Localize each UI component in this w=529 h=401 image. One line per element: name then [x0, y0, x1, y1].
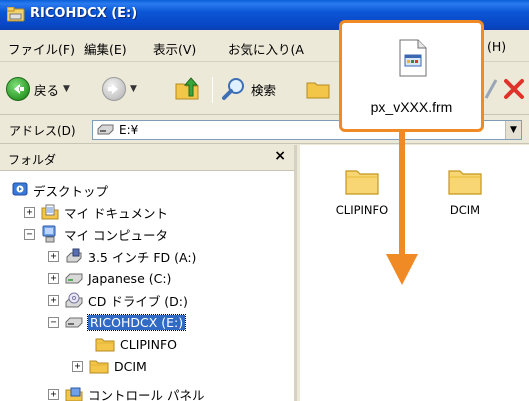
- tree-label: デスクトップ: [33, 183, 109, 199]
- my-documents-icon: [41, 204, 59, 220]
- callout-filename: px_vXXX.frm: [370, 99, 453, 115]
- window-title: RICOHDCX (E:): [30, 6, 138, 21]
- tree-item-drive-d[interactable]: + CD ドライブ (D:): [48, 289, 188, 311]
- tree-label-selected: RICOHDCX (E:): [86, 313, 187, 331]
- folder-pane-header: フォルダ ×: [0, 145, 294, 171]
- down-arrow-icon: [386, 132, 418, 285]
- drive-folder-icon: [7, 7, 25, 22]
- tree-item-my-computer[interactable]: − マイ コンピュータ: [24, 223, 168, 245]
- desktop-icon: [12, 182, 28, 196]
- expand-icon[interactable]: +: [48, 250, 59, 262]
- tree-item-control-panel[interactable]: + コントロール パネル: [48, 383, 204, 401]
- toolbar-separator: [212, 77, 213, 103]
- control-panel-icon: [65, 387, 83, 401]
- folder-pane: フォルダ × デスクトップ + マイ ドキュメント − マイ コンピュータ + …: [0, 145, 297, 401]
- cd-drive-icon: [65, 292, 83, 308]
- menu-file[interactable]: ファイル(F): [8, 39, 75, 58]
- tree-label: 3.5 インチ FD (A:): [88, 249, 197, 265]
- my-computer-icon: [42, 225, 56, 243]
- expand-icon[interactable]: +: [72, 360, 83, 372]
- tree-item-dcim[interactable]: + DCIM: [72, 355, 147, 377]
- tree-label: コントロール パネル: [88, 387, 205, 401]
- forward-arrow-icon: [102, 77, 126, 101]
- folders-icon: [306, 82, 330, 99]
- tree-label: CLIPINFO: [120, 336, 177, 352]
- delete-button[interactable]: [503, 78, 525, 100]
- search-icon: [222, 78, 244, 100]
- address-label: アドレス(D): [9, 124, 76, 138]
- delete-x-icon: [504, 79, 524, 99]
- file-icon: [399, 39, 427, 77]
- folder-icon: [89, 360, 109, 374]
- removable-drive-icon: [65, 317, 83, 328]
- expand-icon[interactable]: +: [24, 206, 35, 218]
- folder-icon: [95, 338, 115, 352]
- folder-pane-title: フォルダ: [8, 153, 57, 167]
- search-label: 検索: [251, 82, 277, 98]
- expand-icon[interactable]: +: [48, 272, 59, 284]
- tree-item-drive-e[interactable]: − RICOHDCX (E:): [48, 311, 187, 333]
- tree-label: マイ ドキュメント: [64, 205, 168, 221]
- back-button[interactable]: 戻る ▼: [6, 77, 70, 101]
- address-dropdown-icon[interactable]: ▼: [505, 121, 521, 139]
- menu-favorites[interactable]: お気に入り(A: [228, 39, 304, 58]
- menu-help[interactable]: (H): [487, 39, 506, 54]
- up-folder-button[interactable]: [174, 76, 202, 102]
- file-label: DCIM: [449, 203, 481, 217]
- menu-view[interactable]: 表示(V): [153, 39, 196, 58]
- explorer-window: RICOHDCX (E:) ファイル(F) 編集(E) 表示(V) お気に入り(…: [0, 0, 529, 401]
- move-to-button[interactable]: [484, 78, 498, 100]
- up-folder-icon: [175, 77, 199, 100]
- forward-button[interactable]: ▼: [102, 77, 137, 101]
- file-item-dcim[interactable]: DCIM: [430, 166, 500, 217]
- tree-item-my-documents[interactable]: + マイ ドキュメント: [24, 201, 168, 223]
- tree-label: マイ コンピュータ: [64, 227, 168, 243]
- folders-button[interactable]: [305, 78, 331, 100]
- back-dropdown-icon[interactable]: ▼: [63, 84, 70, 94]
- file-callout: px_vXXX.frm: [339, 20, 484, 132]
- close-icon[interactable]: ×: [274, 148, 286, 164]
- tree-label: Japanese (C:): [88, 270, 172, 286]
- tree-item-clipinfo[interactable]: CLIPINFO: [95, 333, 177, 355]
- folder-icon: [448, 170, 482, 195]
- search-button[interactable]: 検索: [221, 77, 276, 101]
- tree-label: DCIM: [114, 358, 147, 374]
- expand-icon[interactable]: +: [48, 388, 59, 400]
- tree-item-desktop[interactable]: デスクトップ: [12, 179, 108, 201]
- expand-icon[interactable]: +: [48, 294, 59, 306]
- folder-icon: [345, 170, 379, 195]
- back-arrow-icon: [6, 77, 30, 101]
- menu-edit[interactable]: 編集(E): [84, 39, 127, 58]
- move-to-icon: [484, 79, 498, 99]
- back-label: 戻る: [34, 82, 60, 98]
- tree-label: CD ドライブ (D:): [88, 293, 188, 309]
- forward-dropdown-icon[interactable]: ▼: [130, 84, 137, 94]
- collapse-icon[interactable]: −: [48, 316, 59, 328]
- address-value: E:¥: [119, 123, 139, 137]
- hard-drive-icon: [65, 273, 83, 284]
- floppy-drive-icon: [66, 248, 82, 263]
- tree-item-floppy[interactable]: + 3.5 インチ FD (A:): [48, 245, 196, 267]
- collapse-icon[interactable]: −: [24, 228, 35, 240]
- drive-icon: [97, 124, 114, 135]
- tree-item-drive-c[interactable]: + Japanese (C:): [48, 267, 171, 289]
